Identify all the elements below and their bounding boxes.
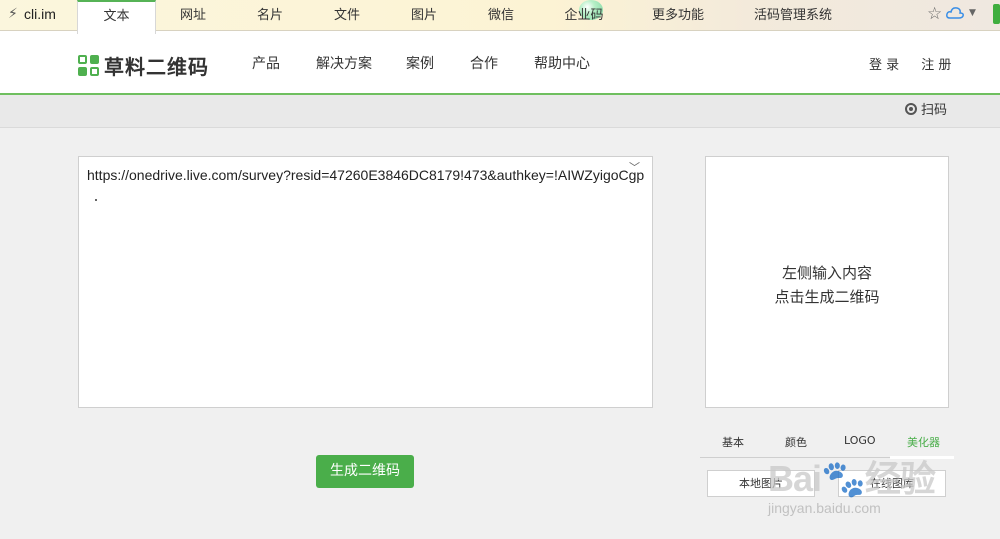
extension-icon[interactable] [993,4,1000,24]
function-tabs [0,95,1000,128]
qr-logo-icon [78,54,100,77]
cloud-icon[interactable] [946,6,964,20]
site-logo[interactable]: 草料二维码 [78,51,209,80]
textarea-value[interactable]: https://onedrive.live.com/survey?resid=4… [87,167,645,183]
watermark-logo: Bai🐾经验 [768,458,936,499]
auth-links: 登 录 注 册 [869,54,969,73]
logo-text: 草料二维码 [104,55,209,79]
bolt-icon: ⚡ [8,6,18,22]
address-url[interactable]: cli.im [24,6,56,22]
scan-icon [905,103,917,115]
text-cursor [95,199,97,201]
main-nav: 产品 解决方案 案例 合作 帮助中心 [252,53,626,73]
nav-item-cases[interactable]: 案例 [406,53,434,73]
tab-url[interactable]: 网址 [165,0,221,33]
star-icon[interactable]: ☆ [927,4,942,24]
baidu-watermark: Bai🐾经验 jingyan.baidu.com [760,440,960,539]
preview-hint-1: 左侧输入内容 [781,264,872,282]
nav-item-cooperation[interactable]: 合作 [470,53,498,73]
watermark-url: jingyan.baidu.com [768,500,881,516]
nav-item-solutions[interactable]: 解决方案 [316,53,372,73]
tab-image[interactable]: 图片 [396,0,452,33]
tab-card[interactable]: 名片 [243,0,297,33]
content-textarea[interactable]: https://onedrive.live.com/survey?resid=4… [78,156,653,408]
chevron-down-icon[interactable]: ▼ [969,8,976,18]
nav-item-help[interactable]: 帮助中心 [534,53,590,73]
login-link[interactable]: 登 录 [869,58,899,73]
nav-item-products[interactable]: 产品 [252,53,280,73]
qr-preview: 左侧输入内容 点击生成二维码 [705,156,949,408]
tab-text[interactable]: 文本 [77,0,156,34]
generate-qr-button[interactable]: 生成二维码 [316,455,414,488]
tab-enterprise[interactable]: 企业码 [557,0,611,33]
tab-file[interactable]: 文件 [319,0,375,33]
tab-live-code[interactable]: 活码管理系统 [749,0,837,33]
preview-hint-2: 点击生成二维码 [774,288,880,306]
tab-more[interactable]: 更多功能 [647,0,709,33]
chevron-down-icon[interactable]: ﹀ [629,159,640,175]
scan-label: 扫码 [921,103,948,118]
scan-button[interactable]: 扫码 [905,95,947,128]
register-link[interactable]: 注 册 [921,58,951,73]
tab-basic[interactable]: 基本 [722,434,744,450]
tab-wechat[interactable]: 微信 [473,0,529,33]
site-header: 草料二维码 产品 解决方案 案例 合作 帮助中心 登 录 注 册 [0,31,1000,93]
